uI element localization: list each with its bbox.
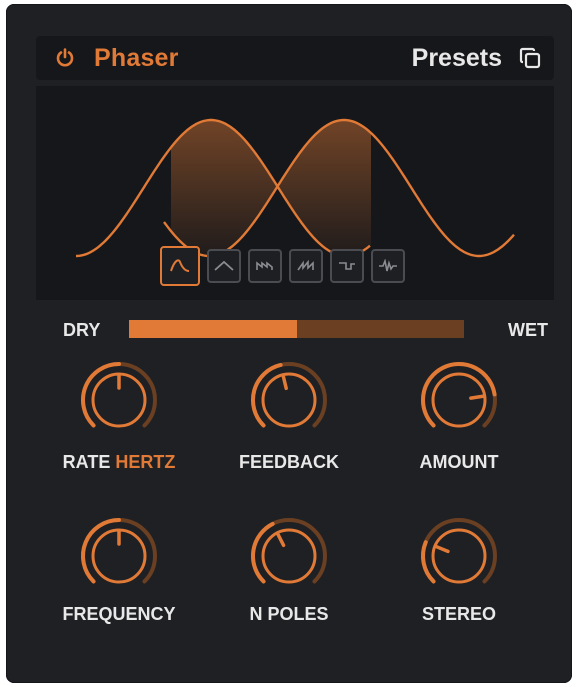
plugin-title: Phaser [94,44,179,72]
knob-n-poles: N POLES [204,512,374,652]
copy-icon[interactable] [518,46,542,70]
rate-unit: HERTZ [115,452,176,472]
dry-label: DRY [63,320,101,340]
amount-knob[interactable] [419,356,499,446]
knob-label-frequency: FREQUENCY [62,604,176,624]
wet-label: WET [508,320,548,340]
mix-slider-fill [129,320,297,338]
shape-button-saw[interactable] [248,249,282,283]
knob-stereo: STEREO [374,512,544,652]
knob-body [261,372,317,428]
saw-wave-icon [256,261,273,270]
wave-phase-fill [171,120,371,256]
dry-wet-mix: DRY WET [36,316,554,346]
shape-button-ramp[interactable] [289,249,323,283]
knob-body [431,372,487,428]
phaser-plugin-panel: Phaser Presets DRY WET RATE HERTZ FEEDBA… [6,4,572,683]
shape-button-triangle[interactable] [207,249,241,283]
sine-wave-icon [170,259,190,272]
power-icon[interactable] [54,47,76,69]
shape-button-square[interactable] [330,249,364,283]
ramp-wave-icon [297,259,314,271]
knob-body [431,528,487,584]
knob-frequency: FREQUENCY [34,512,204,652]
knob-pointer [469,394,486,400]
knob-body [261,528,317,584]
knob-label-stereo: STEREO [421,604,496,624]
knob-label-rate: RATE HERTZ [34,452,204,473]
knob-label-feedback: FEEDBACK [238,452,339,472]
n-poles-knob[interactable] [249,512,329,602]
knob-feedback: FEEDBACK [204,356,374,496]
noise-wave-icon [379,259,397,272]
knob-label-n-poles: N POLES [249,604,329,624]
square-wave-icon [339,262,355,270]
frequency-knob[interactable] [79,512,159,602]
knob-value-arc [421,540,436,584]
shape-button-sine[interactable] [160,246,200,286]
knob-rate: RATE HERTZ [34,356,204,496]
stereo-knob[interactable] [419,512,499,602]
knob-label-amount: AMOUNT [419,452,499,472]
plugin-header: Phaser Presets [36,36,554,80]
feedback-knob[interactable] [249,356,329,446]
rate-label: RATE [62,452,111,472]
presets-button[interactable]: Presets [412,44,502,73]
knob-amount: AMOUNT [374,356,544,496]
rate-knob[interactable] [79,356,159,446]
mix-slider[interactable] [129,320,464,338]
triangle-wave-icon [214,260,234,271]
wave-shape-selector [160,246,405,289]
shape-button-noise[interactable] [371,249,405,283]
